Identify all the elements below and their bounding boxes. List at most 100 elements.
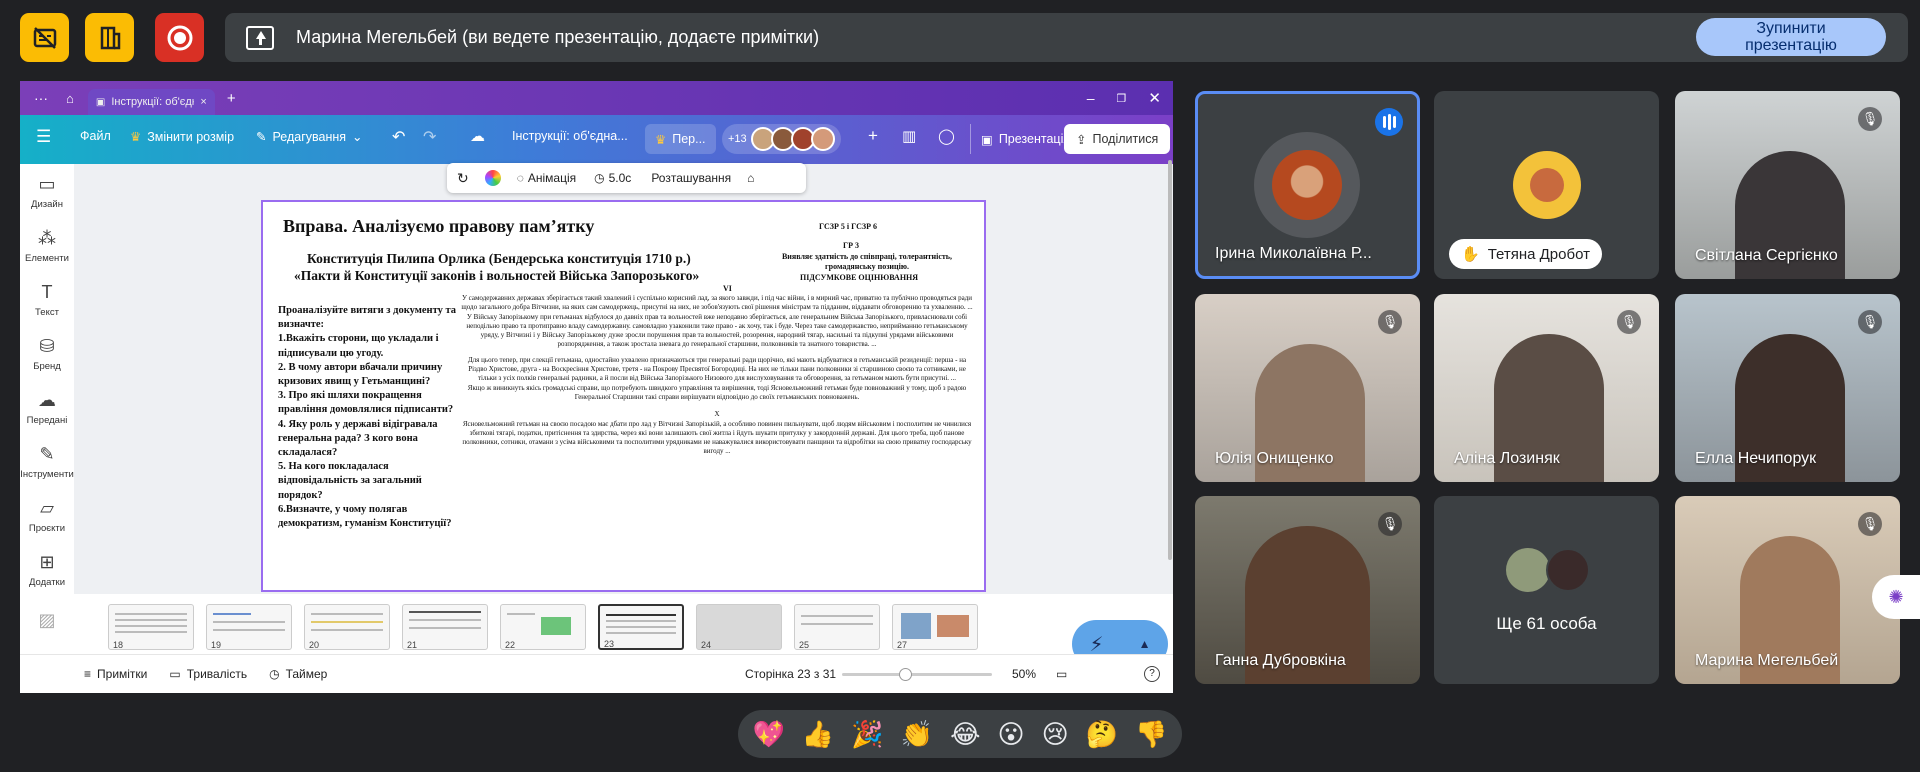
excerpt-text: У самодержавних державах зберігається та…	[461, 294, 973, 457]
page-indicator[interactable]: Сторінка 23 з 31	[745, 667, 836, 681]
tab-title: Інструкції: об'єдн...	[111, 96, 194, 108]
page-thumbnail-selected[interactable]: 23	[598, 604, 684, 650]
reaction-thumbs-down[interactable]: 👎	[1135, 719, 1167, 750]
toggle-captions-button[interactable]	[20, 13, 69, 62]
timer-button[interactable]: ◷ Таймер	[269, 667, 327, 681]
animation-button[interactable]: ◌ Анімація	[517, 171, 576, 185]
insights-icon[interactable]: ▥	[902, 127, 916, 145]
canva-toolbar: ☰ Файл ♛ Змінити розмір ✎ Редагування ⌄ ↶ ↷…	[20, 115, 1173, 164]
participant-tile[interactable]: ✋ Тетяна Дробот	[1434, 91, 1659, 279]
menu-icon[interactable]: ☰	[36, 127, 51, 147]
zoom-slider-handle[interactable]	[899, 668, 912, 681]
share-button[interactable]: ⇪ Поділитися	[1064, 124, 1171, 154]
meeting-tools-button[interactable]	[85, 13, 134, 62]
page-number: 23	[604, 639, 615, 649]
page-thumbnail[interactable]: 25	[794, 604, 880, 650]
page-number: 27	[897, 640, 908, 650]
collaborators[interactable]: +13	[722, 124, 841, 154]
excerpt-paragraph: Ясновельможний гетьман на своєю посадою …	[462, 419, 972, 456]
sidebar-item-apps[interactable]: ⊞ Додатки	[20, 552, 74, 588]
resize-button[interactable]: ♛ Змінити розмір	[130, 129, 234, 145]
sidebar-item-photos[interactable]: ▨	[20, 610, 74, 635]
reaction-thumbs-up[interactable]: 👍	[802, 719, 834, 750]
participant-tile[interactable]: 🎙 Марина Мегельбей	[1675, 496, 1900, 684]
page-thumbnail[interactable]: 18	[108, 604, 194, 650]
notes-button[interactable]: ≡ Примітки	[84, 667, 147, 681]
crown-icon: ♛	[655, 132, 667, 147]
close-tab-icon[interactable]: ×	[200, 96, 206, 108]
reaction-sad[interactable]: 😢	[1042, 719, 1069, 750]
assessment-label: ПІДСУМКОВЕ ОЦІНЮВАННЯ	[800, 273, 919, 282]
presenting-banner: Марина Мегельбей (ви ведете презентацію,…	[225, 13, 1908, 62]
upgrade-button[interactable]: ♛ Пер...	[645, 124, 716, 154]
page-thumbnail[interactable]: 21	[402, 604, 488, 650]
zoom-level[interactable]: 50%	[1012, 667, 1036, 681]
participant-tile[interactable]: Ще 61 особа	[1434, 496, 1659, 684]
maximize-icon[interactable]: ❐	[1117, 92, 1127, 105]
edit-mode-button[interactable]: ✎ Редагування ⌄	[256, 129, 363, 145]
sidebar-item-brand[interactable]: ⛁ Бренд	[20, 336, 74, 372]
home-icon[interactable]: ⌂	[66, 91, 74, 106]
participant-tile[interactable]: Ірина Миколаївна Р...	[1195, 91, 1420, 279]
upgrade-label: Пер...	[672, 132, 706, 146]
browser-tab[interactable]: ▣ Інструкції: об'єдн... ×	[87, 89, 215, 115]
replace-icon[interactable]: ↻	[457, 170, 469, 187]
color-picker-icon[interactable]	[484, 170, 501, 186]
sidebar-item-projects[interactable]: ▱ Проєкти	[20, 498, 74, 534]
duration-label: 5.0с	[608, 171, 632, 185]
file-menu[interactable]: Файл	[80, 129, 111, 143]
more-icon[interactable]: ···	[34, 90, 48, 106]
reaction-party[interactable]: 🎉	[851, 719, 883, 750]
text-icon: T	[41, 282, 53, 302]
cloud-save-icon[interactable]: ☁	[470, 127, 485, 145]
recording-button[interactable]	[155, 13, 204, 62]
participant-tile[interactable]: 🎙 Світлана Сергієнко	[1675, 91, 1900, 279]
zoom-slider[interactable]	[842, 668, 992, 681]
add-collaborator-icon[interactable]: +	[868, 126, 878, 146]
duration-button[interactable]: ◷ 5.0с	[594, 171, 631, 185]
gemini-side-button[interactable]: ✺	[1872, 575, 1920, 619]
document-title[interactable]: Інструкції: об'єдна...	[512, 129, 628, 143]
page-view-icon[interactable]: ▭	[1056, 667, 1067, 681]
sidebar-item-design[interactable]: ▭ Дизайн	[20, 174, 74, 210]
slide-page[interactable]: Вправа. Аналізуємо правову пам’ятку Конс…	[261, 200, 986, 592]
reaction-clap[interactable]: 👏	[901, 719, 933, 750]
format-painter-icon[interactable]: ⌂	[747, 171, 754, 185]
close-window-icon[interactable]: ✕	[1148, 89, 1161, 107]
position-button[interactable]: Розташування	[651, 171, 731, 185]
stop-presenting-button[interactable]: Зупинити презентацію	[1696, 18, 1886, 56]
pencil-icon: ✎	[256, 130, 267, 144]
sidebar-item-tools[interactable]: ✎ Інструменти	[20, 444, 74, 480]
page-thumbnail[interactable]: 20	[304, 604, 390, 650]
page-thumbnail[interactable]: 19	[206, 604, 292, 650]
participant-tile[interactable]: 🎙 Аліна Лозиняк	[1434, 294, 1659, 482]
page-thumbnail[interactable]: 24	[696, 604, 782, 650]
participant-tile[interactable]: 🎙 Юлія Онищенко	[1195, 294, 1420, 482]
reaction-thinking[interactable]: 🤔	[1086, 719, 1118, 750]
more-participants-label: Ще 61 особа	[1496, 614, 1597, 633]
undo-icon[interactable]: ↶	[392, 127, 405, 147]
competency-codes: ГСЗР 5 і ГСЗР 6	[819, 222, 877, 231]
sidebar-item-uploads[interactable]: ☁ Передані	[20, 390, 74, 426]
reaction-laugh[interactable]: 😂	[950, 719, 980, 750]
hand-raised-badge: ✋ Тетяна Дробот	[1449, 239, 1602, 269]
participant-tile[interactable]: 🎙 Елла Нечипорук	[1675, 294, 1900, 482]
minimize-icon[interactable]: –	[1087, 90, 1095, 106]
page-thumbnail[interactable]: 22	[500, 604, 586, 650]
reaction-surprised[interactable]: 😮	[997, 719, 1024, 750]
canvas-scrollbar[interactable]	[1168, 160, 1172, 560]
duration-toggle[interactable]: ▭ Тривалість	[169, 667, 247, 681]
sidebar-item-elements[interactable]: ⁂ Елементи	[20, 228, 74, 264]
section-vi: VI	[723, 284, 732, 293]
help-icon[interactable]: ?	[1144, 666, 1160, 682]
page-thumbnail[interactable]: 27	[892, 604, 978, 650]
participant-tile[interactable]: 🎙 Ганна Дубровкіна	[1195, 496, 1420, 684]
participant-name: Марина Мегельбей	[1695, 652, 1839, 669]
comment-icon[interactable]: ◯	[938, 127, 955, 145]
mic-off-icon: 🎙	[1378, 512, 1402, 536]
reaction-heart[interactable]: 💖	[753, 719, 785, 750]
redo-icon[interactable]: ↷	[423, 127, 436, 147]
sidebar-item-text[interactable]: T Текст	[20, 282, 74, 318]
new-tab-icon[interactable]: +	[227, 90, 236, 107]
apps-icon: ⊞	[39, 552, 55, 572]
